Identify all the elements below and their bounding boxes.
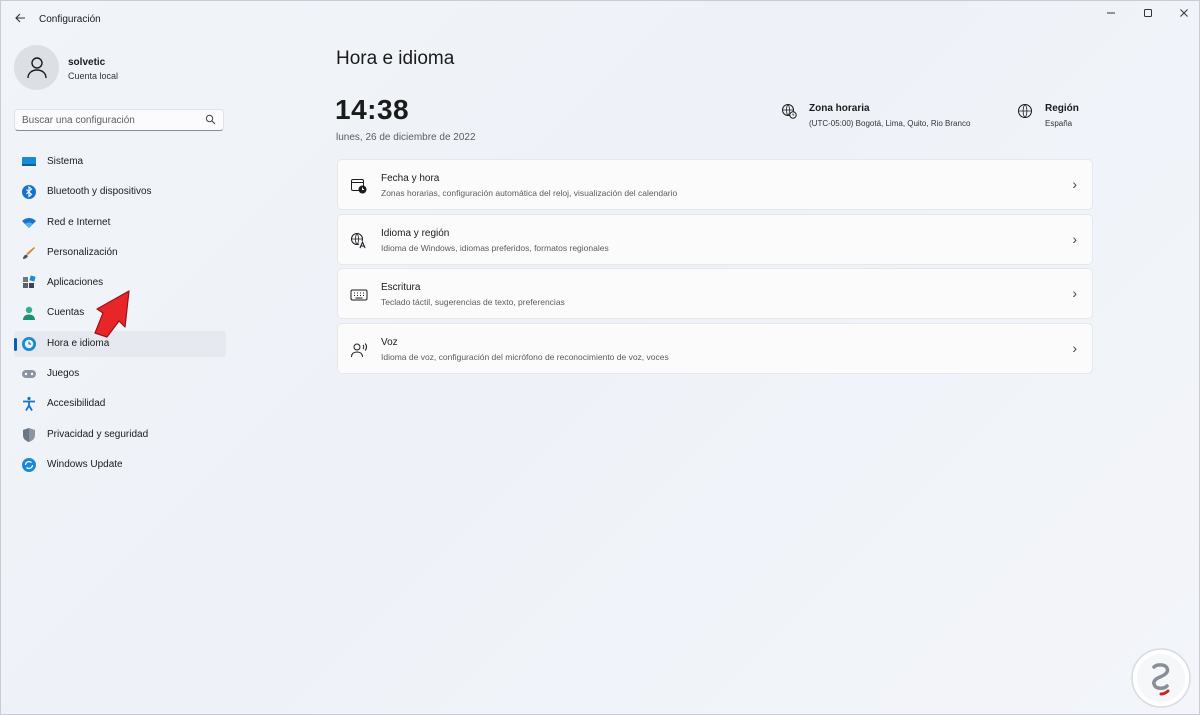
- card-description: Teclado táctil, sugerencias de texto, pr…: [381, 297, 565, 308]
- maximize-button[interactable]: [1128, 7, 1168, 21]
- card-voz[interactable]: Voz Idioma de voz, configuración del mic…: [337, 323, 1093, 375]
- search-box[interactable]: [14, 109, 224, 131]
- user-name: solvetic: [68, 57, 106, 68]
- sidebar-item-label: Bluetooth y dispositivos: [47, 186, 152, 198]
- update-icon: [22, 457, 36, 472]
- title-bar: Configuración: [1, 1, 1199, 39]
- minimize-button[interactable]: [1091, 7, 1131, 21]
- accessibility-icon: [23, 397, 35, 412]
- minimize-icon: [1107, 12, 1115, 14]
- account-type: Cuenta local: [68, 71, 119, 81]
- sidebar-item-privacidad[interactable]: Privacidad y seguridad: [14, 422, 226, 448]
- sidebar-item-red[interactable]: Red e Internet: [14, 210, 226, 236]
- language-icon: [351, 232, 367, 249]
- search-icon[interactable]: [205, 114, 216, 125]
- bluetooth-icon: [22, 185, 36, 200]
- current-date: lunes, 26 de diciembre de 2022: [336, 132, 476, 143]
- avatar: [14, 45, 59, 90]
- sidebar-item-label: Cuentas: [47, 307, 85, 319]
- sidebar-item-label: Hora e idioma: [47, 337, 110, 349]
- card-idioma-region[interactable]: Idioma y región Idioma de Windows, idiom…: [337, 213, 1093, 265]
- monitor-icon: [22, 157, 36, 166]
- close-icon: [1180, 9, 1188, 17]
- keyboard-icon: [350, 289, 368, 301]
- card-title: Fecha y hora: [381, 173, 440, 184]
- sidebar-item-windows-update[interactable]: Windows Update: [14, 452, 226, 478]
- card-description: Zonas horarias, configuración automática…: [381, 188, 678, 198]
- card-title: Voz: [381, 337, 398, 349]
- sidebar-item-sistema[interactable]: Sistema: [14, 149, 226, 175]
- card-fecha-hora[interactable]: Fecha y hora Zonas horarias, configuraci…: [337, 159, 1093, 210]
- back-arrow-icon: [15, 13, 25, 23]
- user-avatar-icon: [27, 57, 47, 79]
- annotation-arrow-icon: [94, 290, 130, 338]
- maximize-icon: [1144, 9, 1152, 17]
- sidebar-item-label: Accesibilidad: [47, 398, 106, 410]
- speech-icon: [351, 343, 367, 358]
- current-time: 14:38: [335, 94, 410, 125]
- close-button[interactable]: [1164, 7, 1200, 21]
- sidebar-item-accesibilidad[interactable]: Accesibilidad: [14, 391, 226, 417]
- brush-icon: [23, 246, 35, 259]
- sidebar-item-label: Red e Internet: [47, 216, 111, 228]
- region-value: España: [1045, 119, 1073, 128]
- page-title: Hora e idioma: [336, 48, 455, 69]
- sidebar-item-label: Juegos: [47, 368, 80, 380]
- sidebar-item-bluetooth[interactable]: Bluetooth y dispositivos: [14, 179, 226, 205]
- timezone-title: Zona horaria: [809, 103, 870, 114]
- settings-cards: Fecha y hora Zonas horarias, configuraci…: [337, 159, 1093, 378]
- card-title: Escritura: [381, 282, 421, 294]
- app-title: Configuración: [39, 14, 101, 25]
- back-button[interactable]: [11, 11, 29, 29]
- solvetic-logo: [1131, 648, 1191, 708]
- region-title: Región: [1045, 103, 1079, 114]
- calendar-clock-icon: [351, 179, 367, 194]
- card-escritura[interactable]: Escritura Teclado táctil, sugerencias de…: [337, 268, 1093, 320]
- chevron-right-icon: ›: [1072, 285, 1077, 302]
- user-profile[interactable]: solvetic Cuenta local: [14, 45, 224, 91]
- chevron-right-icon: ›: [1072, 176, 1077, 192]
- shield-icon: [23, 427, 35, 442]
- person-icon: [23, 307, 35, 321]
- card-description: Idioma de voz, configuración del micrófo…: [381, 352, 669, 363]
- gamepad-icon: [22, 370, 36, 379]
- timezone-icon: [782, 104, 797, 119]
- timezone-value: (UTC-05:00) Bogotá, Lima, Quito, Rio Bra…: [809, 119, 971, 128]
- chevron-right-icon: ›: [1072, 230, 1077, 247]
- globe-icon: [1018, 104, 1032, 118]
- apps-icon: [23, 275, 36, 289]
- sidebar-item-juegos[interactable]: Juegos: [14, 361, 226, 387]
- sidebar-item-label: Privacidad y seguridad: [47, 428, 149, 440]
- settings-window: Configuración solvetic Cuenta local Busc…: [0, 0, 1200, 715]
- search-input[interactable]: [22, 113, 202, 127]
- sidebar-item-label: Personalización: [47, 246, 118, 258]
- card-title: Idioma y región: [381, 227, 450, 239]
- card-description: Idioma de Windows, idiomas preferidos, f…: [381, 242, 609, 253]
- globe-clock-icon: [22, 336, 36, 351]
- sidebar-item-label: Windows Update: [47, 458, 123, 470]
- chevron-right-icon: ›: [1072, 340, 1077, 357]
- wifi-icon: [22, 217, 36, 228]
- sidebar-item-personalizacion[interactable]: Personalización: [14, 240, 226, 266]
- sidebar-item-label: Sistema: [47, 156, 84, 167]
